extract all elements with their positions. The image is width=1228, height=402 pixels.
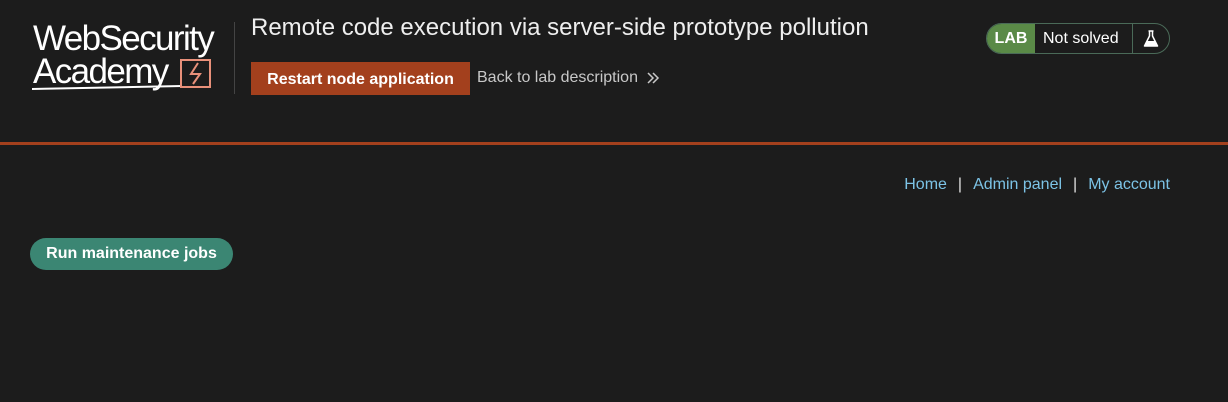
lab-header: WebSecurity Academy Remote code executio… <box>0 0 1228 142</box>
header-accent-rule <box>0 142 1228 145</box>
web-security-academy-logo[interactable]: WebSecurity Academy <box>30 18 232 94</box>
back-link-label: Back to lab description <box>477 69 638 86</box>
lab-title: Remote code execution via server-side pr… <box>251 14 869 41</box>
nav-separator: | <box>1073 176 1078 193</box>
nav-home-link[interactable]: Home <box>904 176 947 194</box>
nav-separator: | <box>957 176 963 193</box>
header-divider <box>234 22 235 94</box>
flask-icon <box>1133 24 1169 53</box>
lab-badge: LAB <box>987 24 1035 53</box>
double-chevron-right-icon <box>646 71 660 85</box>
nav-my-account-link[interactable]: My account <box>1088 176 1170 194</box>
restart-node-button[interactable]: Restart node application <box>251 62 470 95</box>
nav-admin-panel-link[interactable]: Admin panel <box>973 176 1062 194</box>
top-navigation: Home | Admin panel | My account <box>904 176 1170 194</box>
run-maintenance-jobs-button[interactable]: Run maintenance jobs <box>30 238 233 270</box>
logo-text-line1: WebSecurity <box>33 19 215 58</box>
lab-status-text: Not solved <box>1035 24 1133 53</box>
back-to-description-link[interactable]: Back to lab description <box>477 69 660 87</box>
logo-text-line2: Academy <box>33 52 169 91</box>
lab-status-widget: LAB Not solved <box>986 23 1170 54</box>
